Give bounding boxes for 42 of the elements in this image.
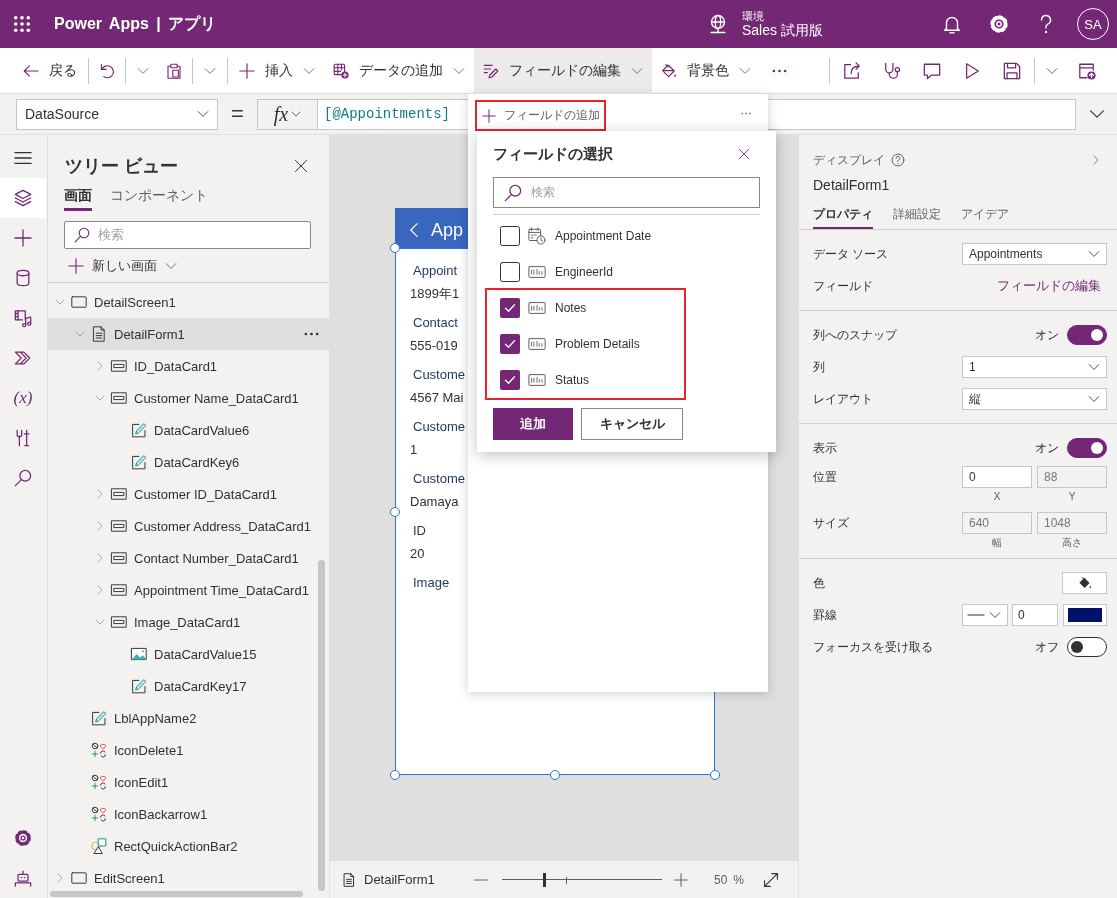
- property-label: 位置: [813, 468, 837, 486]
- field-value: 555-019: [410, 337, 458, 355]
- equals-sign: =: [230, 103, 245, 125]
- environment-label: 環境: [742, 9, 764, 23]
- property-label: 列へのスナップ: [813, 326, 897, 344]
- property-label: レイアウト: [813, 390, 873, 408]
- toggle-state-label: オン: [1035, 326, 1059, 344]
- property-label: 表示: [813, 439, 837, 457]
- app-title: Power Apps | アプリ: [54, 13, 217, 34]
- field-value: 1899年1: [410, 285, 460, 303]
- input-caption: Y: [1068, 490, 1076, 504]
- input-caption: X: [993, 490, 1001, 504]
- toggle-state-label: オフ: [1035, 638, 1059, 656]
- zoom-value: 50: [713, 872, 728, 887]
- selected-control-name: DetailForm1: [364, 872, 435, 887]
- field-label: Custome: [412, 470, 466, 488]
- field-label: Appoint: [412, 262, 458, 280]
- property-label: フォーカスを受け取る: [813, 638, 933, 656]
- field-value: Damaya: [410, 493, 459, 511]
- input-caption: 高さ: [1062, 536, 1082, 550]
- field-value: 1: [410, 441, 418, 459]
- screen-title: App: [431, 219, 464, 241]
- field-value: 4567 Mai: [410, 389, 464, 407]
- field-label: ID: [412, 522, 426, 540]
- field-label: Contact: [412, 314, 458, 332]
- property-label: サイズ: [813, 514, 849, 532]
- field-label: Custome: [412, 418, 466, 436]
- toggle-state-label: オン: [1035, 439, 1059, 457]
- zoom-unit: %: [733, 872, 744, 887]
- property-label: 色: [813, 574, 825, 592]
- panel-title: ツリー ビュー: [65, 155, 178, 178]
- picker-title: フィールドの選択: [493, 144, 613, 164]
- property-label: フィールド: [813, 277, 873, 295]
- field-value: 20: [410, 545, 425, 563]
- input-caption: 幅: [992, 536, 1002, 550]
- property-label: 罫線: [813, 606, 837, 624]
- control-type-label: ディスプレイ: [813, 151, 885, 169]
- property-label: データ ソース: [813, 245, 889, 263]
- field-label: Custome: [412, 366, 466, 384]
- control-name: DetailForm1: [813, 177, 890, 193]
- property-label: 列: [813, 358, 825, 376]
- field-label: Image: [412, 574, 450, 592]
